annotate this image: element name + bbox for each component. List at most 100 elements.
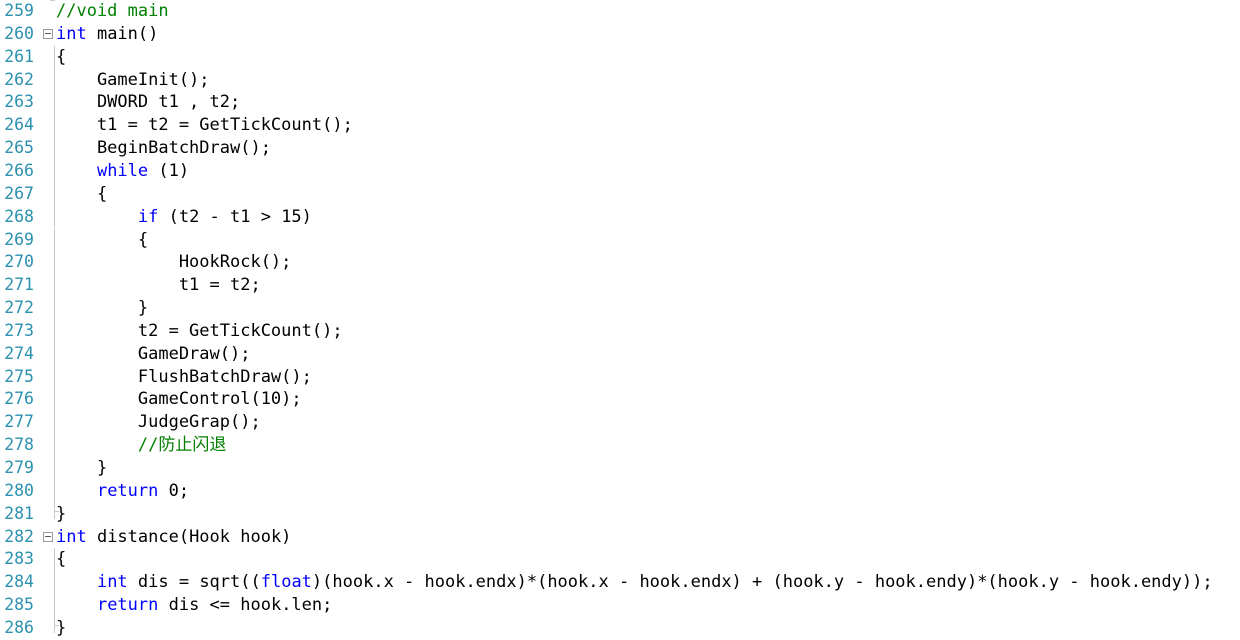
indent-guide bbox=[54, 45, 55, 69]
collapse-minus-icon[interactable] bbox=[43, 28, 53, 39]
indent-guide-stub bbox=[50, 0, 55, 1]
code-line[interactable]: 284 int dis = sqrt((float)(hook.x - hook… bbox=[0, 571, 1240, 595]
code-text[interactable]: } bbox=[56, 457, 107, 480]
token-kw: return bbox=[96, 480, 159, 501]
indent-guide bbox=[54, 205, 55, 229]
code-line[interactable]: 274 GameDraw(); bbox=[0, 342, 1240, 366]
indent-guide bbox=[54, 411, 55, 435]
token-kw: return bbox=[96, 595, 159, 616]
code-line[interactable]: 279 } bbox=[0, 457, 1240, 480]
code-line[interactable]: 270 HookRock(); bbox=[0, 251, 1240, 275]
token-pl: (1) bbox=[148, 160, 190, 181]
code-text[interactable]: GameControl(10); bbox=[56, 388, 302, 411]
code-line[interactable]: 261 { bbox=[0, 45, 1240, 69]
code-text[interactable]: { bbox=[56, 46, 66, 69]
code-text[interactable]: } bbox=[56, 503, 66, 526]
code-text[interactable]: if (t2 - t1 > 15) bbox=[56, 206, 312, 229]
indent-guide bbox=[54, 297, 55, 320]
code-text[interactable]: GameInit(); bbox=[56, 69, 210, 92]
code-line[interactable]: 281} bbox=[0, 502, 1240, 526]
line-number: 267 bbox=[4, 183, 34, 203]
code-line[interactable]: 285 return dis <= hook.len; bbox=[0, 594, 1240, 617]
indent-guide bbox=[54, 114, 55, 138]
code-line[interactable]: 262 GameInit(); bbox=[0, 68, 1240, 92]
token-pl: } bbox=[56, 617, 67, 638]
code-line[interactable]: 272 } bbox=[0, 297, 1240, 320]
line-number: 259 bbox=[4, 1, 34, 20]
code-line[interactable]: 273 t2 = GetTickCount(); bbox=[0, 319, 1240, 343]
line-number: 266 bbox=[4, 160, 34, 180]
code-text[interactable]: int distance(Hook hook) bbox=[56, 526, 291, 549]
code-text[interactable]: GameDraw(); bbox=[56, 343, 251, 366]
token-pl: GameInit(); bbox=[56, 69, 210, 90]
code-text[interactable]: return dis <= hook.len; bbox=[56, 594, 332, 617]
line-number: 260 bbox=[4, 23, 34, 43]
code-text[interactable]: while (1) bbox=[56, 160, 189, 183]
code-text[interactable]: FlushBatchDraw(); bbox=[56, 366, 312, 389]
code-line[interactable]: 275 FlushBatchDraw(); bbox=[0, 365, 1240, 389]
indent-guide bbox=[54, 502, 59, 519]
code-text[interactable]: { bbox=[56, 229, 148, 252]
code-text[interactable]: int main() bbox=[56, 23, 158, 46]
line-number: 263 bbox=[4, 92, 34, 112]
code-line[interactable]: 269 { bbox=[0, 228, 1240, 252]
code-line[interactable]: 259 //void main bbox=[0, 0, 1240, 23]
code-text[interactable]: //void main bbox=[56, 0, 169, 23]
code-line[interactable]: 286} bbox=[0, 616, 1240, 640]
line-number: 264 bbox=[4, 115, 34, 135]
token-pl: } bbox=[56, 503, 67, 524]
code-text[interactable]: int dis = sqrt((float)(hook.x - hook.end… bbox=[56, 571, 1213, 594]
token-pl: } bbox=[56, 298, 149, 319]
indent-guide bbox=[54, 388, 55, 412]
token-pl: GameControl(10); bbox=[56, 389, 302, 410]
code-line[interactable]: 277 JudgeGrap(); bbox=[0, 411, 1240, 435]
code-line[interactable]: 276 GameControl(10); bbox=[0, 388, 1240, 412]
code-line[interactable]: 266 while (1) bbox=[0, 159, 1240, 183]
token-cmt: //void main bbox=[56, 1, 169, 21]
token-kw: while bbox=[96, 160, 149, 181]
code-line[interactable]: 271 t1 = t2; bbox=[0, 274, 1240, 298]
code-text[interactable]: HookRock(); bbox=[56, 251, 292, 274]
code-line[interactable]: 282 int distance(Hook hook) bbox=[0, 526, 1240, 549]
code-lines-container[interactable]: 259 //void main 260 int main() 261 {262 GameI… bbox=[0, 0, 1240, 640]
token-pl: (t2 - t1 > 15) bbox=[158, 206, 312, 227]
code-text[interactable]: } bbox=[56, 297, 148, 320]
line-number: 270 bbox=[4, 252, 34, 272]
line-number: 282 bbox=[4, 526, 34, 546]
line-number: 265 bbox=[4, 138, 34, 158]
token-kw: if bbox=[137, 206, 159, 227]
code-line[interactable]: 280 return 0; bbox=[0, 479, 1240, 503]
code-text[interactable]: //防止闪退 bbox=[56, 434, 226, 457]
code-editor[interactable]: 259 //void main 260 int main() 261 {262 GameI… bbox=[0, 0, 1240, 640]
line-number: 286 bbox=[4, 617, 34, 637]
code-line[interactable]: 267 { bbox=[0, 182, 1240, 206]
code-text[interactable]: BeginBatchDraw(); bbox=[56, 137, 271, 160]
code-text[interactable]: } bbox=[56, 617, 66, 640]
code-text[interactable]: t2 = GetTickCount(); bbox=[56, 320, 343, 343]
code-text[interactable]: t1 = t2; bbox=[56, 274, 261, 297]
collapse-minus-icon[interactable] bbox=[43, 531, 53, 542]
indent-guide bbox=[54, 548, 55, 572]
line-number: 280 bbox=[4, 480, 34, 500]
token-pl: JudgeGrap(); bbox=[56, 412, 261, 433]
code-line[interactable]: 260 int main() bbox=[0, 23, 1240, 46]
code-text[interactable]: { bbox=[56, 548, 66, 571]
token-pl: BeginBatchDraw(); bbox=[56, 138, 271, 159]
code-text[interactable]: t1 = t2 = GetTickCount(); bbox=[56, 114, 353, 137]
indent-guide bbox=[54, 91, 55, 115]
code-line[interactable]: 268 if (t2 - t1 > 15) bbox=[0, 205, 1240, 229]
indent-guide bbox=[54, 182, 55, 206]
code-text[interactable]: DWORD t1 , t2; bbox=[56, 91, 240, 114]
code-line[interactable]: 264 t1 = t2 = GetTickCount(); bbox=[0, 114, 1240, 138]
code-line[interactable]: 265 BeginBatchDraw(); bbox=[0, 137, 1240, 160]
code-line[interactable]: 283 { bbox=[0, 548, 1240, 572]
code-text[interactable]: { bbox=[56, 183, 107, 206]
code-text[interactable]: return 0; bbox=[56, 480, 189, 503]
code-text[interactable]: JudgeGrap(); bbox=[56, 411, 261, 434]
code-line[interactable]: 278 //防止闪退 bbox=[0, 434, 1240, 457]
code-line[interactable]: 263 DWORD t1 , t2; bbox=[0, 91, 1240, 115]
token-pl: dis = sqrt(( bbox=[127, 572, 261, 593]
